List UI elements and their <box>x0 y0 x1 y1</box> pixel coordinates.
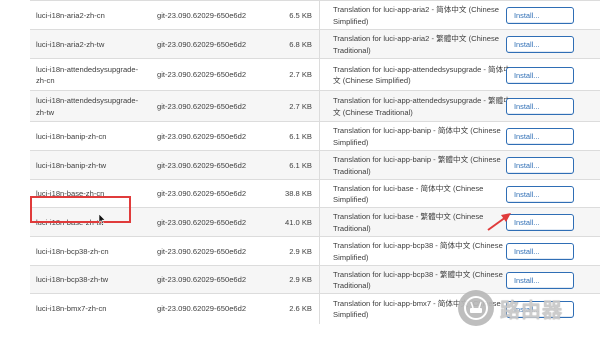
package-version: git-23.090.62029-650e6d2 <box>157 101 247 111</box>
highlight-box <box>30 196 131 223</box>
package-size: 41.0 KB <box>284 217 312 227</box>
package-version: git-23.090.62029-650e6d2 <box>157 217 247 227</box>
column-divider <box>319 1 320 30</box>
package-name: luci-i18n-attendedsysupgrade-zh-cn <box>36 64 139 86</box>
package-name: luci-i18n-bcp38-zh-tw <box>36 275 109 285</box>
package-description: Translation for luci-app-banip - 繁體中文 (C… <box>333 155 501 176</box>
package-version: git-23.090.62029-650e6d2 <box>157 304 247 314</box>
watermark: 路由器 <box>458 282 594 334</box>
table-row: luci-i18n-aria2-zh-tw git-23.090.62029-65… <box>30 29 600 59</box>
package-size: 2.9 KB <box>289 275 312 285</box>
column-divider <box>319 30 320 59</box>
package-version: git-23.090.62029-650e6d2 <box>157 160 247 170</box>
package-name: luci-i18n-bmx7-zh-cn <box>36 304 107 314</box>
package-description: Translation for luci-app-attendedsysupgr… <box>333 64 511 86</box>
package-description: Translation for luci-app-aria2 - 繁體中文 (C… <box>333 34 499 55</box>
column-divider <box>319 266 320 294</box>
table-row: luci-i18n-attendedsysupgrade-zh-tw git-23… <box>30 90 600 122</box>
package-version: git-23.090.62029-650e6d2 <box>157 70 247 80</box>
package-version: git-23.090.62029-650e6d2 <box>157 10 247 20</box>
package-description: Translation for luci-app-banip - 简体中文 (C… <box>333 126 501 147</box>
install-button[interactable]: Install... <box>506 243 574 260</box>
package-version: git-23.090.62029-650e6d2 <box>157 189 247 199</box>
install-button[interactable]: Install... <box>506 66 574 84</box>
package-description: Translation for luci-app-aria2 - 简体中文 (C… <box>333 5 499 26</box>
watermark-text: 路由器 <box>500 299 563 322</box>
package-name: luci-i18n-attendedsysupgrade-zh-tw <box>36 96 139 117</box>
table-row: luci-i18n-bcp38-zh-cn git-23.090.62029-65… <box>30 236 600 266</box>
install-button[interactable]: Install... <box>506 7 574 24</box>
package-description: Translation for luci-app-bcp38 - 简体中文 (C… <box>333 241 503 262</box>
package-size: 6.8 KB <box>289 39 312 49</box>
install-button[interactable]: Install... <box>506 98 574 115</box>
mouse-cursor-icon <box>99 214 106 224</box>
install-button[interactable]: Install... <box>506 36 574 53</box>
column-divider <box>319 122 320 151</box>
column-divider <box>319 208 320 237</box>
package-version: git-23.090.62029-650e6d2 <box>157 131 247 141</box>
package-size: 38.8 KB <box>284 189 312 199</box>
package-size: 6.1 KB <box>289 160 312 170</box>
package-size: 2.6 KB <box>289 304 312 314</box>
package-description: Translation for luci-app-attendedsysupgr… <box>333 96 511 117</box>
package-version: git-23.090.62029-650e6d2 <box>157 39 247 49</box>
package-name: luci-i18n-bcp38-zh-cn <box>36 246 109 256</box>
column-divider <box>319 91 320 122</box>
column-divider <box>319 237 320 266</box>
install-button[interactable]: Install... <box>506 157 574 174</box>
table-row: luci-i18n-aria2-zh-cn git-23.090.62029-65… <box>30 0 600 30</box>
package-size: 2.9 KB <box>289 246 312 256</box>
table-row: luci-i18n-banip-zh-cn git-23.090.62029-65… <box>30 121 600 151</box>
package-name: luci-i18n-banip-zh-tw <box>36 160 107 170</box>
package-size: 6.5 KB <box>289 10 312 20</box>
column-divider <box>319 59 320 91</box>
package-version: git-23.090.62029-650e6d2 <box>157 275 247 285</box>
install-button[interactable]: Install... <box>506 128 574 145</box>
package-name: luci-i18n-aria2-zh-tw <box>36 39 105 49</box>
package-size: 2.7 KB <box>289 101 312 111</box>
column-divider <box>319 151 320 180</box>
package-name: luci-i18n-banip-zh-cn <box>36 131 107 141</box>
package-name: luci-i18n-aria2-zh-cn <box>36 10 105 20</box>
package-size: 2.7 KB <box>289 70 312 80</box>
column-divider <box>319 180 320 208</box>
table-row: luci-i18n-attendedsysupgrade-zh-cn git-23… <box>30 58 600 91</box>
table-row: luci-i18n-banip-zh-tw git-23.090.62029-65… <box>30 150 600 180</box>
column-divider <box>319 294 320 324</box>
package-size: 6.1 KB <box>289 131 312 141</box>
router-icon <box>458 290 494 326</box>
annotation-arrow-icon <box>487 213 511 231</box>
package-version: git-23.090.62029-650e6d2 <box>157 246 247 256</box>
